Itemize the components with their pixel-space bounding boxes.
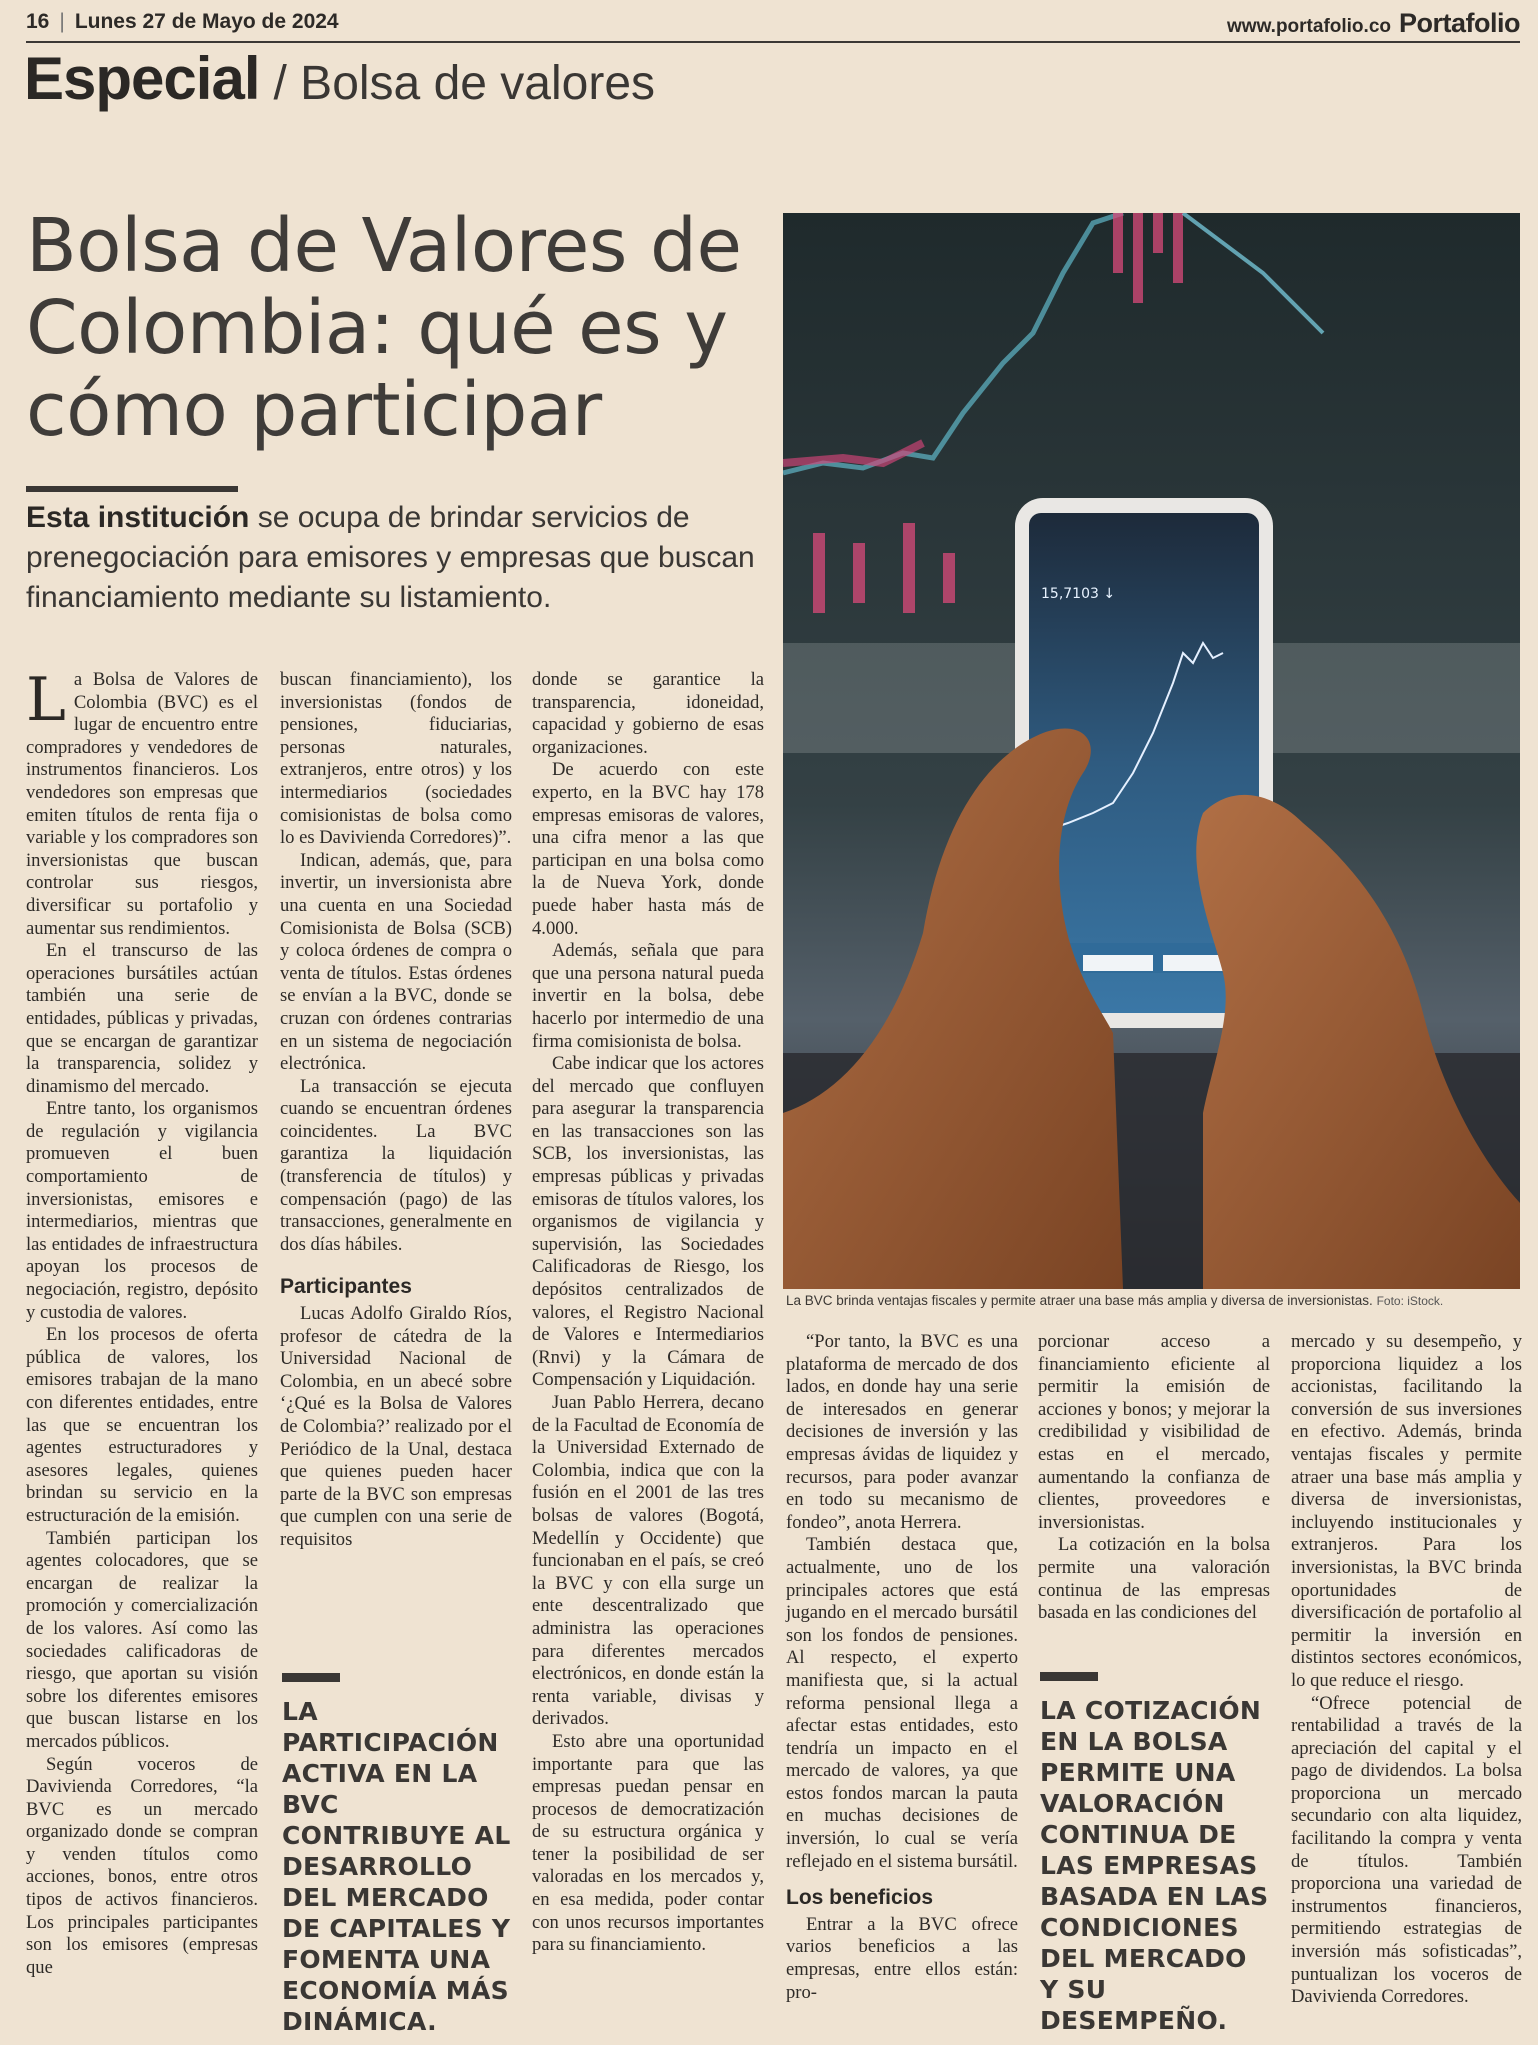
paragraph: Indican, además, que, para invertir, un … (280, 849, 512, 1075)
phone-price-text: 15,7103 ↓ (1041, 586, 1115, 602)
brand-logo: Portafolio (1399, 8, 1521, 38)
paragraph: Además, señala que para que una persona … (532, 940, 764, 1052)
paragraph: “Por tanto, la BVC es una plataforma de … (786, 1331, 1018, 1533)
paragraph: La cotización en la bolsa permite una va… (1038, 1534, 1270, 1624)
paragraph: Lucas Adolfo Giraldo Ríos, profesor de c… (280, 1303, 512, 1550)
paragraph: En los procesos de oferta pública de val… (26, 1324, 258, 1526)
paragraph: Según voceros de Davivienda Corredores, … (26, 1753, 258, 1978)
subhead-beneficios: Los beneficios (786, 1886, 934, 1910)
paragraph: La transacción se ejecuta cuando se encu… (280, 1075, 512, 1255)
body-column-2: buscan financiamiento), los inversionist… (280, 669, 512, 1552)
body-column-3: donde se garantice la transparencia, ido… (532, 669, 764, 1957)
site-url: www.portafolio.co (1227, 16, 1391, 37)
section-title: Especial / Bolsa de valores (24, 44, 655, 113)
photo-credit: Foto: iStock. (1376, 1294, 1444, 1308)
section-main: Especial (24, 45, 260, 112)
paragraph: mercado y su desempeño, y proporciona li… (1291, 1331, 1522, 1691)
subhead-participantes: Participantes (280, 1275, 412, 1299)
paragraph: La Bolsa de Valores de Colombia (BVC) es… (26, 669, 258, 940)
pull-quote-bar (282, 1673, 340, 1682)
paragraph: En el transcurso de las operaciones burs… (26, 940, 258, 1097)
paragraph: buscan financiamiento), los inversionist… (280, 669, 512, 849)
body-column-4: “Por tanto, la BVC es una plataforma de … (786, 1331, 1018, 2004)
deck-lead: Esta institución (26, 501, 250, 534)
pull-quote-bar (1040, 1672, 1098, 1681)
section-sub: / Bolsa de valores (273, 57, 656, 110)
paragraph: Entre tanto, los organismos de regulació… (26, 1098, 258, 1323)
page-header-right: www.portafolio.co Portafolio (1227, 8, 1520, 39)
caption-text: La BVC brinda ventajas fiscales y permit… (786, 1293, 1373, 1308)
issue-date: Lunes 27 de Mayo de 2024 (74, 10, 339, 33)
page-header-left: 16 | Lunes 27 de Mayo de 2024 (26, 10, 339, 34)
body-column-1: La Bolsa de Valores de Colombia (BVC) es… (26, 669, 258, 1979)
pull-quote-text: La participación activa en la BVC contri… (282, 1697, 511, 2036)
dropcap: L (26, 665, 66, 735)
paragraph: También participan los agentes colocador… (26, 1527, 258, 1752)
pull-quote-2: La cotización en la bolsa permite una va… (1040, 1672, 1270, 2036)
paragraph: Esto abre una oportunidad importante par… (532, 1730, 764, 1956)
phone-stock-chart-image: 15,7103 ↓ (783, 213, 1520, 1289)
paragraph: Juan Pablo Herrera, decano de la Faculta… (532, 1392, 764, 1730)
body-column-5: porcionar acceso a financiamiento eficie… (1038, 1331, 1270, 1625)
pull-quote-1: La participación activa en la BVC contri… (282, 1673, 512, 2037)
header-divider: | (59, 10, 65, 33)
paragraph: Cabe indicar que los actores del mercado… (532, 1053, 764, 1391)
header-rule (26, 41, 1520, 43)
paragraph: donde se garantice la transparencia, ido… (532, 669, 764, 758)
article-photo: 15,7103 ↓ (783, 213, 1520, 1289)
headline-rule (26, 486, 238, 492)
pull-quote-text: La cotización en la bolsa permite una va… (1040, 1696, 1269, 2035)
photo-caption: La BVC brinda ventajas fiscales y permit… (786, 1293, 1516, 1308)
paragraph: De acuerdo con este experto, en la BVC h… (532, 759, 764, 939)
deck: Esta institución se ocupa de brindar ser… (26, 498, 766, 618)
paragraph: porcionar acceso a financiamiento eficie… (1038, 1331, 1270, 1533)
headline: Bolsa de Valores de Colombia: qué es y c… (26, 203, 742, 453)
body-column-6: mercado y su desempeño, y proporciona li… (1291, 1331, 1522, 2009)
paragraph: Entrar a la BVC ofrece varios beneficios… (786, 1913, 1018, 2003)
paragraph: “Ofrece potencial de rentabilidad a trav… (1291, 1692, 1522, 2008)
paragraph: También destaca que, actualmente, uno de… (786, 1534, 1018, 1872)
page-number: 16 (26, 10, 50, 33)
